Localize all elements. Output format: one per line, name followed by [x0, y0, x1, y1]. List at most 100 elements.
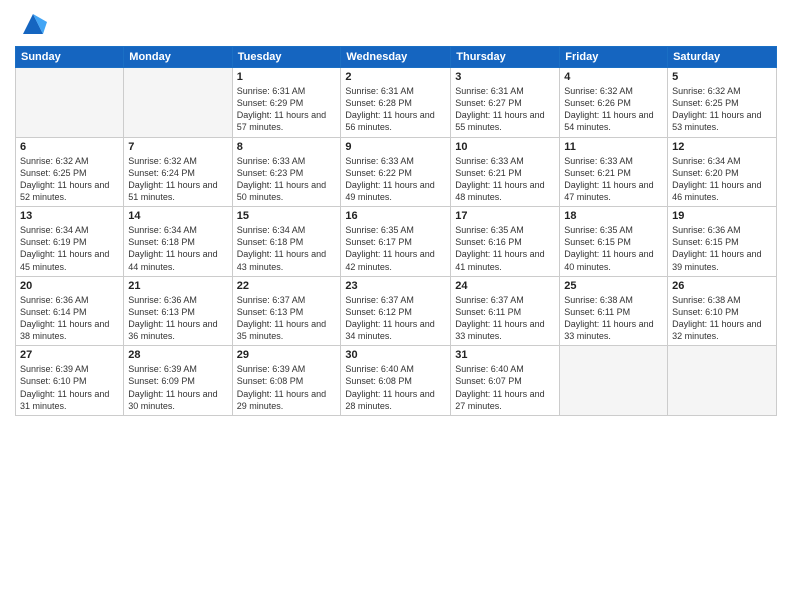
calendar-cell: 3 Sunrise: 6:31 AMSunset: 6:27 PMDaylight… — [451, 68, 560, 138]
day-info: Sunrise: 6:32 AMSunset: 6:26 PMDaylight:… — [564, 85, 663, 134]
day-number: 5 — [672, 71, 772, 83]
day-number: 23 — [345, 280, 446, 292]
day-info: Sunrise: 6:34 AMSunset: 6:19 PMDaylight:… — [20, 224, 119, 273]
calendar-cell: 16 Sunrise: 6:35 AMSunset: 6:17 PMDayligh… — [341, 207, 451, 277]
calendar-cell: 22Sunrise: 6:37 AMSunset: 6:13 PMDayligh… — [232, 276, 341, 346]
calendar-week-row: 6Sunrise: 6:32 AMSunset: 6:25 PMDaylight… — [16, 137, 777, 207]
day-info: Sunrise: 6:35 AMSunset: 6:15 PMDaylight:… — [564, 224, 663, 273]
day-info: Sunrise: 6:34 AMSunset: 6:18 PMDaylight:… — [237, 224, 337, 273]
day-info: Sunrise: 6:38 AMSunset: 6:11 PMDaylight:… — [564, 294, 663, 343]
weekday-header-tuesday: Tuesday — [232, 47, 341, 68]
calendar-week-row: 27Sunrise: 6:39 AMSunset: 6:10 PMDayligh… — [16, 346, 777, 416]
day-info: Sunrise: 6:33 AMSunset: 6:22 PMDaylight:… — [345, 155, 446, 204]
weekday-header-saturday: Saturday — [668, 47, 777, 68]
calendar-cell: 29 Sunrise: 6:39 AMSunset: 6:08 PMDayligh… — [232, 346, 341, 416]
weekday-header-wednesday: Wednesday — [341, 47, 451, 68]
day-number: 15 — [237, 210, 337, 222]
day-number: 21 — [128, 280, 227, 292]
day-number: 16 — [345, 210, 446, 222]
calendar-cell: 12 Sunrise: 6:34 AMSunset: 6:20 PMDayligh… — [668, 137, 777, 207]
day-info: Sunrise: 6:34 AMSunset: 6:18 PMDaylight:… — [128, 224, 227, 273]
calendar-cell: 8 Sunrise: 6:33 AMSunset: 6:23 PMDaylight… — [232, 137, 341, 207]
day-number: 11 — [564, 141, 663, 153]
calendar-cell: 20 Sunrise: 6:36 AMSunset: 6:14 PMDayligh… — [16, 276, 124, 346]
calendar-cell: 11 Sunrise: 6:33 AMSunset: 6:21 PMDayligh… — [560, 137, 668, 207]
weekday-header-monday: Monday — [124, 47, 232, 68]
day-info: Sunrise: 6:34 AMSunset: 6:20 PMDaylight:… — [672, 155, 772, 204]
day-info: Sunrise: 6:32 AMSunset: 6:24 PMDaylight:… — [128, 155, 227, 204]
day-number: 8 — [237, 141, 337, 153]
day-info: Sunrise: 6:31 AMSunset: 6:28 PMDaylight:… — [345, 85, 446, 134]
calendar-cell: 17Sunrise: 6:35 AMSunset: 6:16 PMDayligh… — [451, 207, 560, 277]
day-number: 6 — [20, 141, 119, 153]
day-number: 27 — [20, 349, 119, 361]
day-info: Sunrise: 6:36 AMSunset: 6:14 PMDaylight:… — [20, 294, 119, 343]
day-number: 14 — [128, 210, 227, 222]
day-info: Sunrise: 6:33 AMSunset: 6:23 PMDaylight:… — [237, 155, 337, 204]
weekday-header-thursday: Thursday — [451, 47, 560, 68]
calendar-cell — [560, 346, 668, 416]
day-number: 30 — [345, 349, 446, 361]
day-number: 31 — [455, 349, 555, 361]
day-number: 7 — [128, 141, 227, 153]
day-number: 3 — [455, 71, 555, 83]
logo — [15, 10, 47, 38]
weekday-header-sunday: Sunday — [16, 47, 124, 68]
day-number: 29 — [237, 349, 337, 361]
day-number: 13 — [20, 210, 119, 222]
logo-icon — [19, 10, 47, 38]
day-number: 10 — [455, 141, 555, 153]
day-info: Sunrise: 6:32 AMSunset: 6:25 PMDaylight:… — [672, 85, 772, 134]
day-number: 4 — [564, 71, 663, 83]
day-info: Sunrise: 6:36 AMSunset: 6:15 PMDaylight:… — [672, 224, 772, 273]
day-number: 19 — [672, 210, 772, 222]
calendar-cell — [16, 68, 124, 138]
calendar-cell: 1Sunrise: 6:31 AMSunset: 6:29 PMDaylight… — [232, 68, 341, 138]
day-number: 1 — [237, 71, 337, 83]
day-number: 25 — [564, 280, 663, 292]
day-info: Sunrise: 6:37 AMSunset: 6:11 PMDaylight:… — [455, 294, 555, 343]
calendar-cell: 6Sunrise: 6:32 AMSunset: 6:25 PMDaylight… — [16, 137, 124, 207]
header — [15, 10, 777, 38]
day-info: Sunrise: 6:31 AMSunset: 6:27 PMDaylight:… — [455, 85, 555, 134]
page: SundayMondayTuesdayWednesdayThursdayFrid… — [0, 0, 792, 612]
calendar-cell: 25 Sunrise: 6:38 AMSunset: 6:11 PMDayligh… — [560, 276, 668, 346]
calendar-cell: 26Sunrise: 6:38 AMSunset: 6:10 PMDayligh… — [668, 276, 777, 346]
calendar-cell: 21 Sunrise: 6:36 AMSunset: 6:13 PMDayligh… — [124, 276, 232, 346]
day-info: Sunrise: 6:39 AMSunset: 6:08 PMDaylight:… — [237, 363, 337, 412]
day-info: Sunrise: 6:38 AMSunset: 6:10 PMDaylight:… — [672, 294, 772, 343]
calendar-cell: 9 Sunrise: 6:33 AMSunset: 6:22 PMDaylight… — [341, 137, 451, 207]
day-info: Sunrise: 6:37 AMSunset: 6:12 PMDaylight:… — [345, 294, 446, 343]
day-info: Sunrise: 6:35 AMSunset: 6:16 PMDaylight:… — [455, 224, 555, 273]
calendar-cell: 23 Sunrise: 6:37 AMSunset: 6:12 PMDayligh… — [341, 276, 451, 346]
calendar-cell: 24 Sunrise: 6:37 AMSunset: 6:11 PMDayligh… — [451, 276, 560, 346]
day-info: Sunrise: 6:35 AMSunset: 6:17 PMDaylight:… — [345, 224, 446, 273]
calendar-cell: 13 Sunrise: 6:34 AMSunset: 6:19 PMDayligh… — [16, 207, 124, 277]
day-number: 18 — [564, 210, 663, 222]
calendar-cell — [124, 68, 232, 138]
day-info: Sunrise: 6:33 AMSunset: 6:21 PMDaylight:… — [564, 155, 663, 204]
day-info: Sunrise: 6:40 AMSunset: 6:07 PMDaylight:… — [455, 363, 555, 412]
day-number: 24 — [455, 280, 555, 292]
day-info: Sunrise: 6:33 AMSunset: 6:21 PMDaylight:… — [455, 155, 555, 204]
calendar-week-row: 1Sunrise: 6:31 AMSunset: 6:29 PMDaylight… — [16, 68, 777, 138]
day-number: 9 — [345, 141, 446, 153]
day-number: 20 — [20, 280, 119, 292]
calendar-cell: 30 Sunrise: 6:40 AMSunset: 6:08 PMDayligh… — [341, 346, 451, 416]
calendar-cell: 2 Sunrise: 6:31 AMSunset: 6:28 PMDaylight… — [341, 68, 451, 138]
day-info: Sunrise: 6:36 AMSunset: 6:13 PMDaylight:… — [128, 294, 227, 343]
day-number: 2 — [345, 71, 446, 83]
calendar-cell: 15 Sunrise: 6:34 AMSunset: 6:18 PMDayligh… — [232, 207, 341, 277]
calendar-cell: 28Sunrise: 6:39 AMSunset: 6:09 PMDayligh… — [124, 346, 232, 416]
weekday-header-row: SundayMondayTuesdayWednesdayThursdayFrid… — [16, 47, 777, 68]
calendar-cell: 7 Sunrise: 6:32 AMSunset: 6:24 PMDaylight… — [124, 137, 232, 207]
day-info: Sunrise: 6:39 AMSunset: 6:09 PMDaylight:… — [128, 363, 227, 412]
calendar-cell: 27Sunrise: 6:39 AMSunset: 6:10 PMDayligh… — [16, 346, 124, 416]
calendar-cell: 10 Sunrise: 6:33 AMSunset: 6:21 PMDayligh… — [451, 137, 560, 207]
calendar-cell: 19 Sunrise: 6:36 AMSunset: 6:15 PMDayligh… — [668, 207, 777, 277]
calendar-cell — [668, 346, 777, 416]
day-number: 12 — [672, 141, 772, 153]
day-info: Sunrise: 6:40 AMSunset: 6:08 PMDaylight:… — [345, 363, 446, 412]
day-info: Sunrise: 6:37 AMSunset: 6:13 PMDaylight:… — [237, 294, 337, 343]
calendar-week-row: 20 Sunrise: 6:36 AMSunset: 6:14 PMDayligh… — [16, 276, 777, 346]
